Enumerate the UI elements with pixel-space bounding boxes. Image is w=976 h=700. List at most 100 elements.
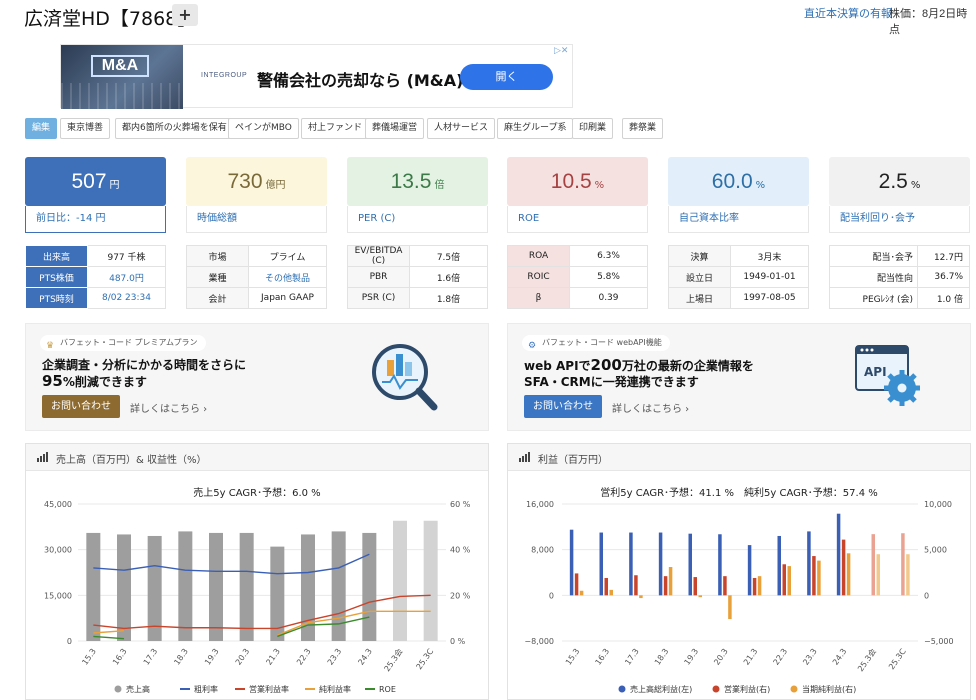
- bar-gross-profit: [658, 532, 663, 596]
- y-tick-label-right: −5,000: [924, 637, 954, 646]
- legend-marker: [712, 685, 720, 693]
- metric-table: ROA 6.3% ROIC 5.8% β 0.39: [507, 245, 648, 309]
- x-tick-label: 20.3: [712, 647, 730, 667]
- bar-operating-profit: [604, 577, 608, 596]
- bar-net-income: [846, 553, 851, 596]
- x-tick-label: 18.3: [653, 647, 671, 667]
- legend-marker: [114, 685, 122, 693]
- bar: [147, 535, 162, 641]
- metric-key: 市場: [186, 245, 249, 267]
- ad-text: 警備会社の売却なら (M&A): [257, 71, 464, 90]
- bar: [86, 532, 101, 641]
- bar-gross-profit: [599, 532, 603, 596]
- bar-net-income: [639, 595, 643, 599]
- metric-cell-value: 1997-08-05: [730, 287, 809, 309]
- x-tick-label: 15.3: [80, 647, 98, 667]
- metric-cell-value: 1949-01-01: [730, 266, 809, 288]
- metric-table: 決算 3月末 設立日 1949-01-01 上場日 1997-08-05: [668, 245, 809, 309]
- promo-premium: ♛ バフェット・コード プレミアムプラン 企業調査・分析にかかる時間をさらに 9…: [25, 323, 489, 431]
- y-tick-label-right: 5,000: [924, 546, 947, 555]
- x-tick-label: 25.3会: [382, 646, 405, 673]
- y-tick-label-left: 8,000: [531, 546, 554, 555]
- bar-operating-profit: [752, 577, 757, 596]
- tag-chip[interactable]: 村上ファンド: [301, 118, 370, 139]
- premium-pill: ♛ バフェット・コード プレミアムプラン: [40, 335, 206, 351]
- tag-chip[interactable]: ペインがMBO: [228, 118, 299, 139]
- tag-chip[interactable]: 葬儀場運営: [365, 118, 425, 139]
- settlement-report-link[interactable]: 直近本決算の有報: [804, 5, 892, 21]
- profit-chart: 16,000 10,000 8,000 5,000 0 0 −8,000 −5,000 15.3…: [524, 500, 954, 694]
- ad-banner[interactable]: M&A INTEGROUP 警備会社の売却なら (M&A) 開く ▷✕: [60, 44, 573, 109]
- metric-value: 10.5: [550, 170, 592, 193]
- metric-key: 配当･会予: [829, 245, 918, 267]
- metric-cell-value: 977 千株: [87, 245, 166, 267]
- x-tick-label: 15.3: [564, 647, 582, 667]
- ad-image: M&A: [61, 45, 183, 109]
- metric-value: 507: [71, 170, 107, 193]
- bar-operating-profit: [663, 576, 668, 596]
- tag-chip[interactable]: 東京博善: [60, 118, 111, 139]
- webapi-pill: ⚙ バフェット・コード webAPI機能: [522, 335, 670, 351]
- tag-chip[interactable]: 人材サービス: [427, 118, 496, 139]
- bar-operating-profit: [782, 564, 786, 596]
- metric-unit: %: [755, 180, 766, 191]
- tag-chip[interactable]: 葬祭業: [622, 118, 664, 139]
- premium-text: 企業調査・分析にかかる時間をさらに 95%削減できます: [42, 358, 247, 390]
- metric-label[interactable]: 配当利回り･会予: [829, 206, 970, 233]
- y-tick-label-left: 0: [67, 637, 72, 646]
- metric-cell-value[interactable]: その他製品: [248, 266, 327, 288]
- tag-chip[interactable]: 印刷業: [572, 118, 614, 139]
- bar-operating-profit: [693, 577, 697, 596]
- bar-gross-profit: [688, 533, 692, 596]
- bar: [423, 520, 438, 641]
- ad-logo: INTEGROUP: [201, 72, 248, 79]
- ad-close-icon[interactable]: ▷✕: [554, 46, 568, 56]
- y-tick-label-right: 0 %: [450, 637, 466, 646]
- tag-chip[interactable]: 都内6箇所の火葬場を保有: [115, 118, 234, 139]
- legend-label: 当期純利益(右): [802, 684, 856, 694]
- metric-key: PTS株価: [25, 266, 88, 288]
- metric-card: 730 億円: [186, 157, 327, 206]
- x-tick-label: 25.3会: [855, 646, 878, 673]
- bar: [117, 534, 131, 641]
- bar-net-income: [728, 595, 732, 620]
- metric-unit: 億円: [265, 180, 286, 191]
- bar-gross-profit: [718, 534, 722, 596]
- premium-more-link[interactable]: 詳しくはこちら ›: [130, 400, 207, 415]
- bar: [393, 520, 407, 641]
- bar-gross-profit: [747, 545, 752, 596]
- bar-operating-profit: [634, 575, 638, 596]
- bar-net-income: [609, 589, 613, 596]
- metric-label[interactable]: PER (C): [347, 206, 488, 233]
- edit-tags-button[interactable]: 編集: [25, 118, 58, 139]
- y-tick-label-right: 10,000: [924, 500, 952, 509]
- metric-cell-value: 1.8倍: [409, 287, 488, 309]
- bar-operating-profit: [841, 539, 846, 596]
- metric-label[interactable]: ROE: [507, 206, 648, 233]
- metric-cell-value: プライム: [248, 245, 327, 267]
- premium-contact-button[interactable]: お問い合わせ: [42, 395, 120, 418]
- x-tick-label: 24.3: [831, 647, 849, 667]
- metric-label[interactable]: 時価総額: [186, 206, 327, 233]
- bar-net-income: [817, 560, 821, 596]
- webapi-more-link[interactable]: 詳しくはこちら ›: [612, 400, 689, 415]
- webapi-contact-button[interactable]: お問い合わせ: [524, 395, 602, 418]
- bar-gross-profit: [629, 532, 633, 596]
- metric-label[interactable]: 自己資本比率: [668, 206, 809, 233]
- bar-gross-profit: [836, 513, 841, 596]
- x-tick-label: 20.3: [234, 647, 252, 667]
- y-tick-label-left: −8,000: [524, 637, 554, 646]
- metric-cell-value: 1.6倍: [409, 266, 488, 288]
- bar-gross-profit: [569, 529, 574, 596]
- price-date-note: 株価：8月2日時点: [889, 8, 968, 36]
- x-tick-label: 24.3: [356, 647, 374, 667]
- x-tick-label: 23.3: [326, 647, 344, 667]
- api-icon-label: API: [864, 365, 887, 379]
- metric-key: 出来高: [25, 245, 88, 267]
- metric-table: 出来高 977 千株 PTS株価 487.0円 PTS時刻 8/02 23:34: [25, 245, 166, 309]
- tag-chip[interactable]: 麻生グループ系: [497, 118, 574, 139]
- add-watchlist-button[interactable]: +: [172, 4, 198, 26]
- metric-cell-value: 12.7円: [917, 245, 970, 267]
- ad-open-button[interactable]: 開く: [460, 64, 553, 90]
- series-line: [277, 610, 431, 636]
